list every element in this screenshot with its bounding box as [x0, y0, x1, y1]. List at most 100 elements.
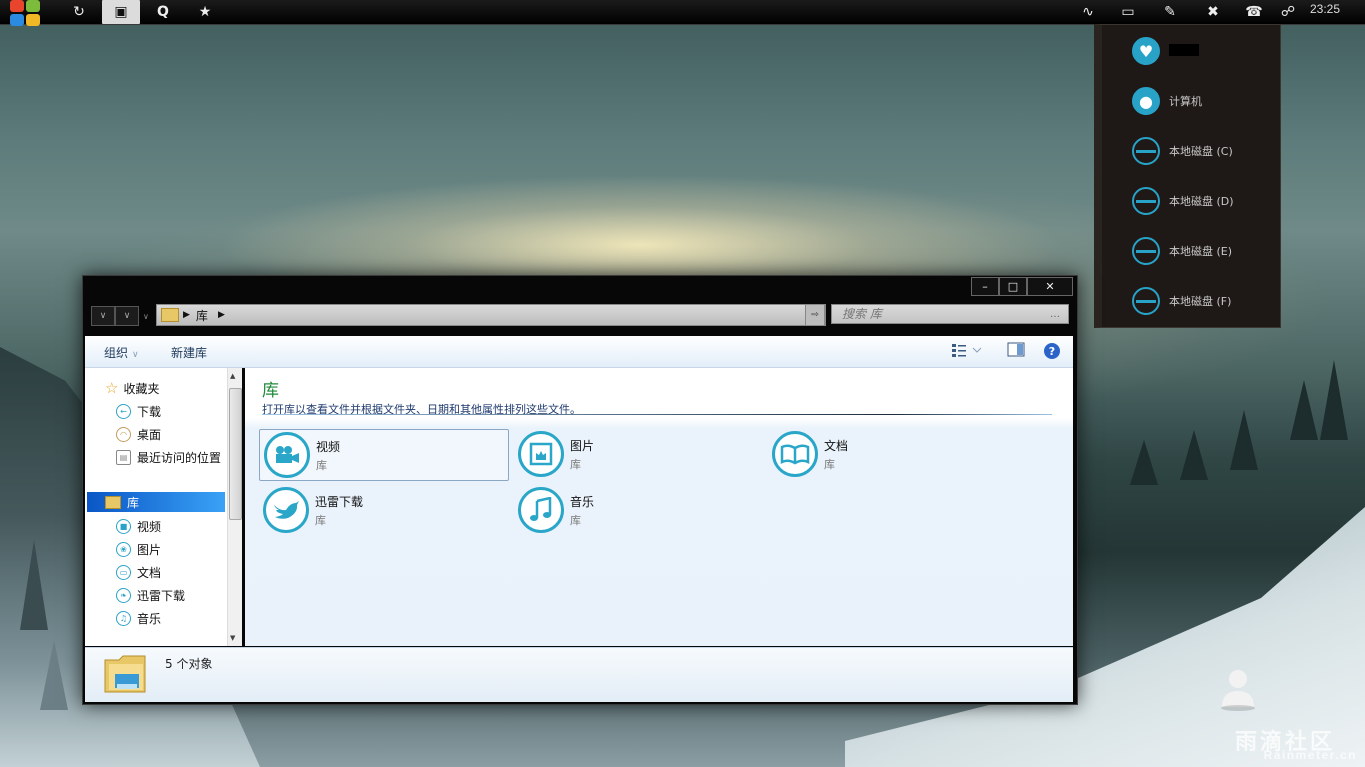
sidebar-favorites[interactable]: ☆ 收藏夹 [105, 378, 159, 398]
library-content: 库 打开库以查看文件并根据文件夹、日期和其他属性排列这些文件。 视频 库 图片 … [245, 368, 1073, 646]
tile-type: 库 [570, 458, 581, 471]
drive-item-e[interactable]: 本地磁盘 (E) [1132, 233, 1232, 269]
pine-tree [1230, 410, 1258, 470]
refresh-button[interactable]: ⇨ [805, 304, 825, 326]
library-folder-icon [103, 652, 147, 696]
sidebar-item-libraries[interactable]: 库 [87, 492, 225, 512]
star-icon[interactable]: ★ [194, 0, 216, 24]
sidebar-item-pictures[interactable]: ❀ 图片 [116, 539, 161, 559]
tile-type: 库 [824, 458, 835, 471]
preview-pane-icon[interactable] [1007, 342, 1025, 358]
sidebar-item-label: 文档 [137, 565, 162, 580]
heart-icon: ♥ [1132, 37, 1160, 65]
address-bar[interactable]: ▶ 库 ▶ ▼ [156, 304, 826, 326]
recent-places-icon: ▤ [116, 449, 131, 465]
tile-name: 视频 [316, 440, 341, 454]
drive-icon [1132, 287, 1160, 315]
sidebar-item-label: 最近访问的位置 [137, 450, 222, 465]
drive-icon [1132, 237, 1160, 265]
sidebar-item-label: 视频 [137, 519, 162, 534]
tile-type: 库 [316, 459, 327, 472]
tile-name: 迅雷下载 [315, 495, 364, 509]
sidebar-item-label: 桌面 [137, 427, 162, 442]
back-button[interactable]: ∨ [91, 306, 115, 326]
search-box[interactable]: … [831, 304, 1069, 324]
picture-icon [518, 431, 564, 477]
paint-icon[interactable]: ✎ [1160, 0, 1180, 24]
help-icon[interactable]: ? [1043, 342, 1061, 359]
video-camera-icon: ■ [116, 518, 131, 534]
sidebar-scrollbar[interactable]: ▲ ▼ [227, 368, 242, 646]
pine-tree [20, 540, 48, 630]
title-divider [262, 414, 1052, 415]
library-tile-video[interactable]: 视频 库 [259, 429, 509, 481]
library-tile-thunder[interactable]: 迅雷下载 库 [259, 485, 507, 535]
monitor-icon[interactable]: ▭ [1118, 0, 1138, 24]
drive-icon [1132, 137, 1160, 165]
logo-yellow-tile [26, 14, 40, 26]
sidebar-item-thunder[interactable]: ❧ 迅雷下载 [116, 585, 185, 605]
breadcrumb-arrow-icon[interactable]: ▶ [183, 310, 190, 320]
library-tile-music[interactable]: 音乐 库 [514, 485, 762, 535]
explorer-icon[interactable]: ▣ [102, 0, 140, 24]
sidebar-item-label: 收藏夹 [123, 381, 160, 396]
search-icon[interactable]: … [1050, 309, 1060, 320]
scroll-down-icon[interactable]: ▼ [230, 634, 235, 642]
refresh-icon[interactable]: ↻ [68, 0, 90, 24]
pine-tree [1290, 380, 1318, 440]
sidebar-item-documents[interactable]: ▭ 文档 [116, 562, 161, 582]
close-button[interactable]: ✕ [1027, 277, 1073, 296]
drive-item-d[interactable]: 本地磁盘 (D) [1132, 183, 1234, 219]
start-button[interactable] [10, 0, 42, 28]
sidebar-item-label: 迅雷下载 [137, 588, 186, 603]
chevron-down-icon: ∨ [132, 350, 139, 360]
tile-type: 库 [570, 514, 581, 527]
recent-pages-chevron-icon[interactable]: ∨ [143, 312, 149, 326]
drive-item-user[interactable]: ♥ [1132, 33, 1199, 69]
tile-name: 音乐 [570, 495, 595, 509]
redacted-username [1169, 43, 1199, 56]
sidebar-item-label: 图片 [137, 542, 162, 557]
details-pane: 5 个对象 [85, 647, 1073, 702]
sidebar-item-desktop[interactable]: ◠ 桌面 [116, 424, 161, 444]
scroll-up-icon[interactable]: ▲ [230, 372, 235, 380]
library-tile-documents[interactable]: 文档 库 [768, 429, 1016, 479]
sidebar-item-video[interactable]: ■ 视频 [116, 516, 161, 536]
clock: 23:25 [1309, 2, 1340, 16]
logo-red-tile [10, 0, 24, 12]
sidebar-item-music[interactable]: ♫ 音乐 [116, 608, 161, 628]
sidebar-item-recent[interactable]: ▤ 最近访问的位置 [116, 447, 221, 467]
organize-button[interactable]: 组织 ∨ [104, 344, 139, 361]
breadcrumb-arrow-icon[interactable]: ▶ [218, 310, 225, 320]
scroll-thumb[interactable] [229, 388, 242, 520]
activity-icon[interactable]: ∿ [1078, 0, 1098, 24]
tools-icon[interactable]: ✖ [1203, 0, 1223, 24]
network-icon[interactable]: ☍ [1278, 0, 1298, 24]
picture-icon: ❀ [116, 541, 131, 557]
search-input[interactable] [840, 306, 1044, 322]
forward-button[interactable]: ∨ [115, 306, 139, 326]
breadcrumb-library[interactable]: 库 [196, 307, 208, 324]
phone-icon[interactable]: ☎ [1244, 0, 1264, 24]
apple-icon: ● [1132, 87, 1160, 115]
drive-item-c[interactable]: 本地磁盘 (C) [1132, 133, 1233, 169]
nav-arrows: ∨ ∨ ∨ [91, 306, 149, 326]
drive-label: 本地磁盘 (D) [1169, 195, 1234, 208]
drive-item-f[interactable]: 本地磁盘 (F) [1132, 283, 1231, 319]
user-icon[interactable] [1218, 667, 1258, 711]
new-library-button[interactable]: 新建库 [171, 344, 207, 361]
view-options-icon[interactable] [951, 342, 982, 358]
top-taskbar: ↻ ▣ Q ★ ∿ ▭ ✎ ✖ ☎ ☍ 23:25 [0, 0, 1365, 28]
tile-name: 图片 [570, 439, 595, 453]
drive-label: 本地磁盘 (E) [1169, 245, 1233, 258]
minimize-button[interactable]: – [971, 277, 999, 296]
maximize-button[interactable]: □ [999, 277, 1027, 296]
library-tile-pictures[interactable]: 图片 库 [514, 429, 762, 479]
page-title: 库 [262, 381, 279, 401]
tile-type: 库 [315, 514, 326, 527]
sidebar-item-label: 库 [127, 495, 140, 510]
drive-item-computer[interactable]: ● 计算机 [1132, 83, 1202, 119]
search-q-icon[interactable]: Q [152, 0, 174, 24]
sidebar-item-label: 音乐 [137, 611, 162, 626]
sidebar-item-downloads[interactable]: ← 下载 [116, 401, 161, 421]
